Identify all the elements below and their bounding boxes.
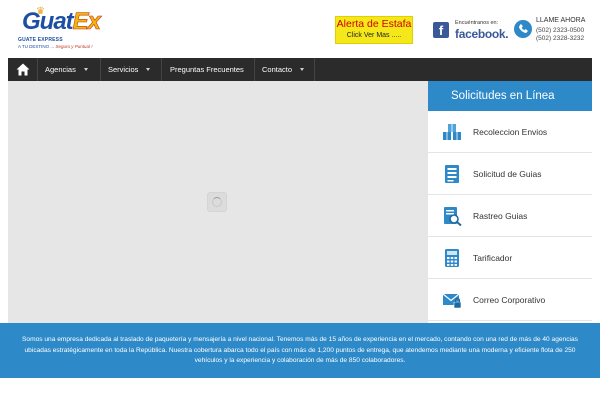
sidebar-item-label: Rastreo Guias	[473, 211, 528, 221]
nav-divider	[100, 58, 101, 81]
nav-item-label: Agencias	[45, 65, 76, 74]
page-bottom-space	[0, 378, 600, 400]
main-nav: Agencias Servicios Preguntas Frecuentes …	[8, 58, 592, 81]
company-description-text: Somos una empresa dedicada al traslado d…	[22, 336, 578, 364]
alert-subtitle: Click Ver Mas .....	[346, 32, 402, 39]
alert-title: Alerta de Estafa	[336, 18, 412, 30]
loading-spinner-icon	[207, 192, 227, 212]
site-header: ♛ GuatEx GUATE EXPRESS A TU DESTINO ... …	[0, 0, 600, 58]
hero-slider[interactable]	[8, 81, 428, 323]
logo-tagline-2: A TU DESTINO ... Seguro y Puntual !	[18, 44, 92, 49]
boxes-icon	[442, 122, 462, 142]
logo-tagline-2-accent: Seguro y Puntual !	[55, 44, 93, 49]
sidebar-item-recoleccion-envios[interactable]: Recoleccion Envios	[428, 111, 592, 153]
facebook-icon: f	[433, 22, 449, 38]
nav-divider	[314, 58, 315, 81]
logo-name-accent: Ex	[72, 8, 101, 36]
nav-divider	[254, 58, 255, 81]
logo-tagline-2-text: A TU DESTINO ...	[18, 44, 55, 49]
nav-item-agencias[interactable]: Agencias	[45, 58, 88, 81]
document-list-icon	[442, 164, 462, 184]
sidebar-item-rastreo-guias[interactable]: Rastreo Guias	[428, 195, 592, 237]
facebook-caption: Encuéntranos en:	[455, 20, 499, 26]
logo-wordmark: GuatEx	[22, 8, 101, 36]
sidebar-item-label: Tarificador	[473, 253, 513, 263]
page: ♛ GuatEx GUATE EXPRESS A TU DESTINO ... …	[0, 0, 600, 400]
nav-item-contacto[interactable]: Contacto	[262, 58, 305, 81]
chevron-down-icon	[300, 67, 305, 71]
guatex-logo[interactable]: ♛ GuatEx GUATE EXPRESS A TU DESTINO ... …	[14, 6, 104, 54]
phone-icon	[514, 20, 532, 38]
logo-name-main: Guat	[22, 8, 74, 35]
chevron-down-icon	[83, 67, 88, 71]
facebook-wordmark: facebook.	[455, 27, 509, 41]
nav-item-preguntas-frecuentes[interactable]: Preguntas Frecuentes	[170, 58, 244, 81]
nav-item-servicios[interactable]: Servicios	[108, 58, 151, 81]
online-requests-panel: Solicitudes en Línea Recoleccion Envios …	[428, 81, 592, 323]
nav-item-label: Contacto	[262, 65, 293, 74]
nav-divider	[37, 58, 38, 81]
logo-tagline-1: GUATE EXPRESS	[18, 37, 63, 43]
sidebar-item-correo-corporativo[interactable]: Correo Corporativo	[428, 279, 592, 321]
scam-alert-banner[interactable]: Alerta de Estafa Click Ver Mas .....	[335, 16, 413, 44]
mail-lock-icon	[442, 290, 462, 310]
nav-item-label: Preguntas Frecuentes	[170, 65, 244, 74]
phone-number-1: (502) 2323-0500	[536, 27, 585, 34]
call-title: LLAME AHORA	[536, 17, 586, 24]
sidebar-item-label: Solicitud de Guias	[473, 169, 542, 179]
phone-number-2: (502) 2328-3232	[536, 35, 585, 42]
sidebar-item-tarificador[interactable]: Tarificador	[428, 237, 592, 279]
sidebar-item-label: Recoleccion Envios	[473, 127, 548, 137]
tracking-search-icon	[442, 206, 462, 227]
call-now[interactable]: LLAME AHORA (502) 2323-0500 (502) 2328-3…	[514, 17, 598, 45]
chevron-down-icon	[146, 67, 151, 71]
company-description-band: Somos una empresa dedicada al traslado d…	[0, 323, 600, 378]
nav-divider	[161, 58, 162, 81]
calculator-icon	[442, 248, 462, 268]
spinner-ring	[212, 197, 222, 207]
online-requests-title: Solicitudes en Línea	[428, 81, 592, 111]
nav-item-label: Servicios	[108, 65, 139, 74]
home-icon[interactable]	[16, 63, 30, 76]
sidebar-item-solicitud-guias[interactable]: Solicitud de Guias	[428, 153, 592, 195]
sidebar-item-label: Correo Corporativo	[473, 295, 546, 305]
